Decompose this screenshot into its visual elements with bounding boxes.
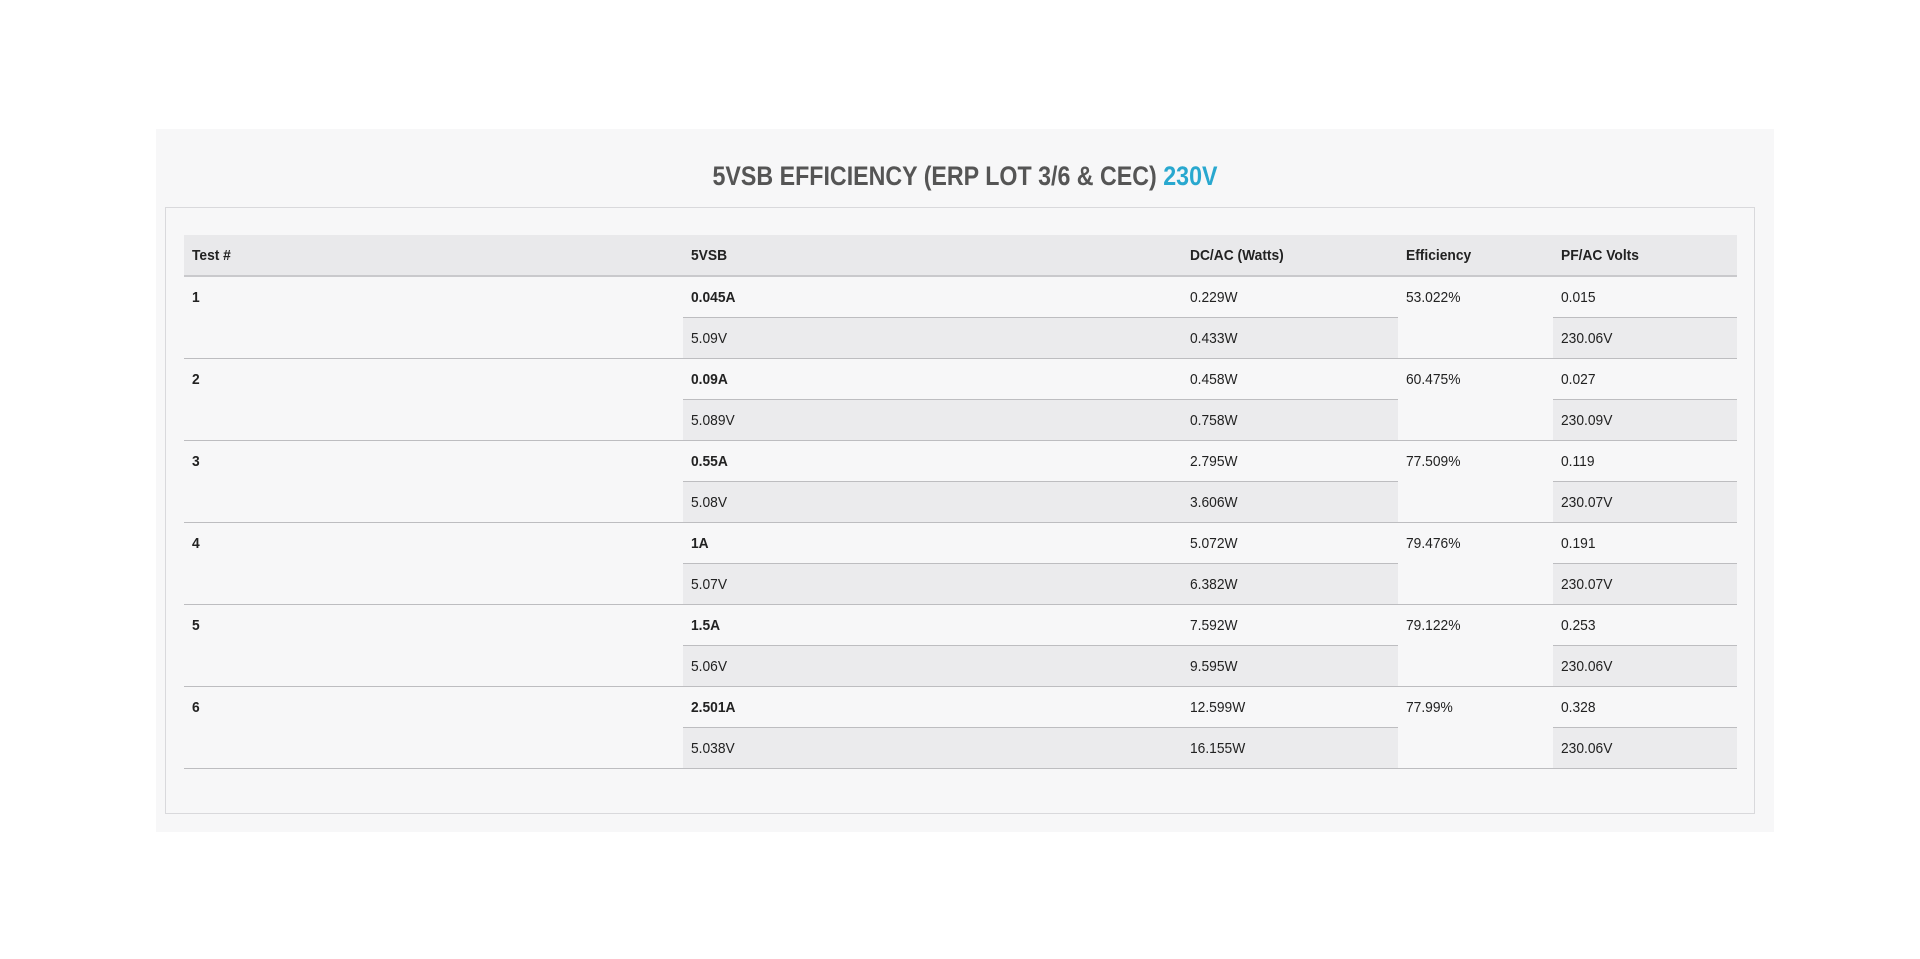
cell-power-factor: 0.119 xyxy=(1553,440,1737,482)
cell-ac-watts: 6.382W xyxy=(1182,563,1398,605)
cell-dc-watts: 0.229W xyxy=(1182,276,1398,318)
table-row-test-2-top: 2 0.09A 0.458W 60.475% 0.027 xyxy=(184,358,1737,441)
cell-ac-volts: 230.07V xyxy=(1553,481,1737,523)
cell-dc-watts: 7.592W xyxy=(1182,604,1398,646)
cell-ac-volts: 230.06V xyxy=(1553,727,1737,769)
cell-test-number: 5 xyxy=(184,604,683,687)
cell-ac-watts: 9.595W xyxy=(1182,645,1398,687)
table-body: 1 0.045A 0.229W 53.022% 0.015 5.09V 0.433W 230.… xyxy=(184,276,1737,769)
header-test: Test # xyxy=(184,235,683,277)
cell-5vsb-volts: 5.038V xyxy=(683,727,1182,769)
cell-5vsb-amps: 2.501A xyxy=(683,686,1182,728)
cell-5vsb-volts: 5.089V xyxy=(683,399,1182,441)
chart-panel: 5VSB EFFICIENCY (ERP LOT 3/6 & CEC) 230V… xyxy=(156,129,1774,832)
cell-power-factor: 0.191 xyxy=(1553,522,1737,564)
cell-5vsb-amps: 0.55A xyxy=(683,440,1182,482)
cell-5vsb-amps: 0.09A xyxy=(683,358,1182,400)
cell-efficiency: 53.022% xyxy=(1398,276,1553,359)
table-row-test-3-top: 3 0.55A 2.795W 77.509% 0.119 xyxy=(184,440,1737,523)
cell-efficiency: 79.476% xyxy=(1398,522,1553,605)
cell-efficiency: 60.475% xyxy=(1398,358,1553,441)
chart-title: 5VSB EFFICIENCY (ERP LOT 3/6 & CEC) 230V xyxy=(269,161,1660,192)
table-container: Test # 5VSB DC/AC (Watts) Efficiency PF/… xyxy=(165,207,1755,814)
cell-test-number: 6 xyxy=(184,686,683,769)
cell-5vsb-volts: 5.06V xyxy=(683,645,1182,687)
table-row-test-1-top: 1 0.045A 0.229W 53.022% 0.015 xyxy=(184,276,1737,359)
table-row-test-5-top: 5 1.5A 7.592W 79.122% 0.253 xyxy=(184,604,1737,687)
header-5vsb: 5VSB xyxy=(683,235,1182,277)
cell-test-number: 3 xyxy=(184,440,683,523)
cell-dc-watts: 5.072W xyxy=(1182,522,1398,564)
table-row-test-6-top: 6 2.501A 12.599W 77.99% 0.328 xyxy=(184,686,1737,769)
cell-5vsb-volts: 5.08V xyxy=(683,481,1182,523)
table-row-test-4-top: 4 1A 5.072W 79.476% 0.191 xyxy=(184,522,1737,605)
cell-efficiency: 77.99% xyxy=(1398,686,1553,769)
cell-5vsb-amps: 1A xyxy=(683,522,1182,564)
cell-test-number: 2 xyxy=(184,358,683,441)
chart-title-accent: 230V xyxy=(1163,161,1218,191)
cell-test-number: 4 xyxy=(184,522,683,605)
cell-dc-watts: 2.795W xyxy=(1182,440,1398,482)
cell-ac-volts: 230.06V xyxy=(1553,317,1737,359)
chart-title-main: 5VSB EFFICIENCY (ERP LOT 3/6 & CEC) xyxy=(712,161,1157,191)
cell-ac-watts: 3.606W xyxy=(1182,481,1398,523)
cell-5vsb-volts: 5.07V xyxy=(683,563,1182,605)
cell-5vsb-amps: 1.5A xyxy=(683,604,1182,646)
efficiency-table: Test # 5VSB DC/AC (Watts) Efficiency PF/… xyxy=(184,235,1737,769)
cell-ac-watts: 16.155W xyxy=(1182,727,1398,769)
cell-power-factor: 0.253 xyxy=(1553,604,1737,646)
header-dc-ac-watts: DC/AC (Watts) xyxy=(1182,235,1398,277)
cell-ac-volts: 230.09V xyxy=(1553,399,1737,441)
cell-efficiency: 79.122% xyxy=(1398,604,1553,687)
table-header-row: Test # 5VSB DC/AC (Watts) Efficiency PF/… xyxy=(184,235,1737,277)
cell-ac-volts: 230.07V xyxy=(1553,563,1737,605)
cell-ac-watts: 0.758W xyxy=(1182,399,1398,441)
cell-ac-volts: 230.06V xyxy=(1553,645,1737,687)
cell-test-number: 1 xyxy=(184,276,683,359)
cell-power-factor: 0.027 xyxy=(1553,358,1737,400)
cell-efficiency: 77.509% xyxy=(1398,440,1553,523)
header-efficiency: Efficiency xyxy=(1398,235,1553,277)
header-pf-ac-volts: PF/AC Volts xyxy=(1553,235,1737,277)
cell-5vsb-amps: 0.045A xyxy=(683,276,1182,318)
cell-ac-watts: 0.433W xyxy=(1182,317,1398,359)
cell-power-factor: 0.015 xyxy=(1553,276,1737,318)
cell-dc-watts: 0.458W xyxy=(1182,358,1398,400)
cell-power-factor: 0.328 xyxy=(1553,686,1737,728)
cell-5vsb-volts: 5.09V xyxy=(683,317,1182,359)
cell-dc-watts: 12.599W xyxy=(1182,686,1398,728)
